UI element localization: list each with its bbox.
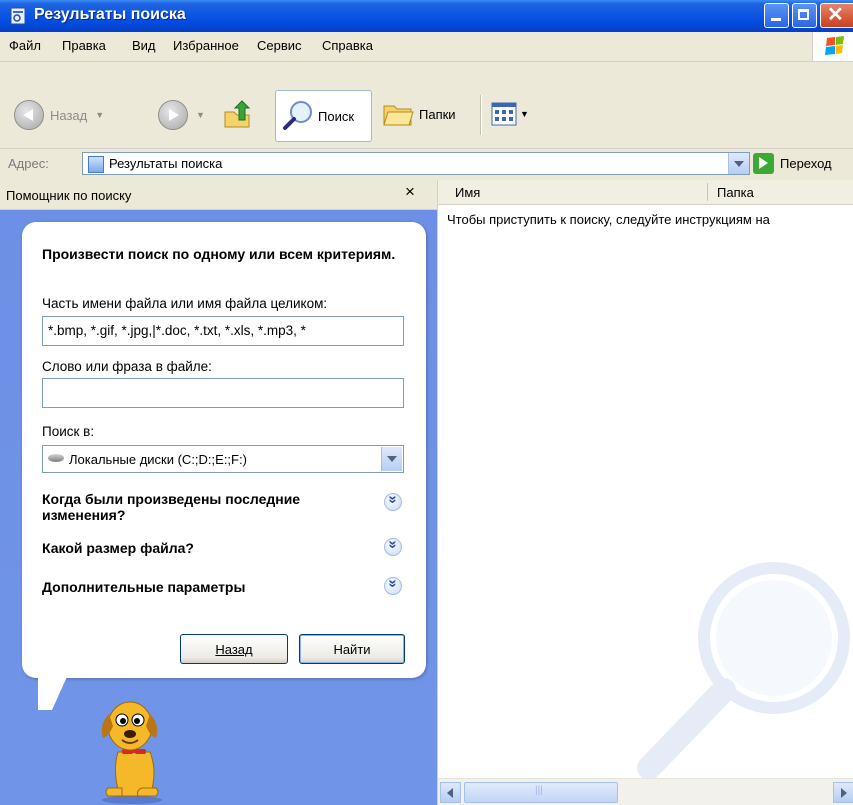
search-pane-header: Помощник по поиску ×: [0, 180, 437, 210]
menu-favorites[interactable]: Избранное: [173, 38, 239, 53]
up-folder-button[interactable]: [222, 100, 252, 130]
address-input[interactable]: Результаты поиска: [82, 152, 750, 175]
phrase-label: Слово или фраза в файле:: [42, 359, 212, 374]
go-button[interactable]: Переход: [753, 153, 832, 174]
search-window-icon: [10, 7, 26, 25]
back-button[interactable]: Назад ▼: [14, 100, 104, 130]
scroll-right-icon[interactable]: [833, 782, 853, 803]
column-folder-header[interactable]: Папка: [717, 185, 754, 200]
forward-button[interactable]: ▼: [158, 100, 205, 130]
advanced-option[interactable]: Дополнительные параметры: [42, 579, 372, 595]
search-pane-title: Помощник по поиску: [6, 188, 132, 203]
back-search-button[interactable]: Назад: [180, 634, 288, 664]
lookin-value: Локальные диски (C:;D:;E:;F:): [69, 452, 247, 467]
find-label: Найти: [333, 641, 371, 657]
menu-view[interactable]: Вид: [132, 38, 156, 53]
menu-edit[interactable]: Правка: [62, 38, 106, 53]
address-bar: Адрес: Результаты поиска Переход: [0, 148, 853, 180]
column-divider[interactable]: [707, 183, 708, 201]
find-button[interactable]: Найти: [299, 634, 405, 664]
toolbar: Назад ▼ ▼ Поиск Папки ▼: [0, 62, 853, 146]
back-search-label: Назад: [215, 641, 253, 657]
expand-size-icon[interactable]: [384, 538, 402, 556]
folders-icon: [383, 105, 414, 126]
results-message: Чтобы приступить к поиску, следуйте инст…: [447, 212, 770, 227]
results-column-header: Имя Папка: [438, 180, 853, 205]
modified-option[interactable]: Когда были произведены последние изменен…: [42, 491, 372, 523]
go-label: Переход: [780, 156, 832, 171]
scrollbar-thumb[interactable]: [464, 782, 618, 803]
phrase-input[interactable]: [42, 378, 404, 408]
menu-help[interactable]: Справка: [322, 38, 373, 53]
expand-modified-icon[interactable]: [384, 493, 402, 511]
search-dog-icon[interactable]: [78, 692, 178, 805]
back-arrow-icon: [14, 100, 44, 130]
horizontal-scrollbar[interactable]: [438, 778, 853, 805]
close-icon: ✕: [827, 4, 844, 26]
address-dropdown-icon[interactable]: [728, 153, 749, 174]
expand-advanced-icon[interactable]: [384, 577, 402, 595]
magnifier-icon: [283, 101, 312, 130]
views-button[interactable]: ▼: [491, 102, 529, 126]
close-button[interactable]: ✕: [820, 3, 853, 28]
explorer-window: Результаты поиска ✕ Файл Правка Вид Избр…: [0, 0, 853, 805]
back-label: Назад: [50, 107, 88, 123]
hard-drive-icon: [48, 454, 64, 462]
lookin-select[interactable]: Локальные диски (C:;D:;E:;F:): [42, 445, 404, 473]
search-toggle-label: Поиск: [318, 108, 355, 124]
window-title: Результаты поиска: [34, 6, 186, 23]
address-label: Адрес:: [8, 156, 49, 171]
search-prompt: Произвести поиск по одному или всем крит…: [42, 246, 396, 262]
scroll-left-icon[interactable]: [440, 782, 461, 803]
toolbar-separator: [480, 95, 482, 135]
size-option[interactable]: Какой размер файла?: [42, 540, 372, 556]
bubble-tail: [38, 670, 70, 710]
filename-label: Часть имени файла или имя файла целиком:: [42, 296, 328, 311]
views-icon: [491, 102, 517, 126]
forward-arrow-icon: [158, 100, 188, 130]
results-pane: Имя Папка Чтобы приступить к поиску, сле…: [437, 180, 853, 805]
folders-button[interactable]: Папки: [382, 100, 456, 128]
folders-label: Папки: [419, 106, 456, 122]
menu-bar: Файл Правка Вид Избранное Сервис Справка: [0, 32, 853, 62]
close-pane-icon[interactable]: ×: [405, 182, 415, 202]
column-name-header[interactable]: Имя: [455, 185, 480, 200]
lookin-label: Поиск в:: [42, 424, 95, 439]
search-results-icon: [88, 156, 104, 173]
search-toggle-button[interactable]: Поиск: [275, 90, 372, 142]
up-folder-icon: [224, 100, 251, 128]
forward-dropdown-icon[interactable]: ▼: [196, 110, 205, 120]
filename-value: *.bmp, *.gif, *.jpg,|*.doc, *.txt, *.xls…: [48, 323, 306, 338]
windows-logo-icon: [812, 32, 853, 61]
address-value: Результаты поиска: [109, 156, 223, 171]
title-bar[interactable]: Результаты поиска ✕: [0, 0, 853, 32]
minimize-button[interactable]: [764, 3, 789, 28]
menu-tools[interactable]: Сервис: [257, 38, 302, 53]
filename-input[interactable]: *.bmp, *.gif, *.jpg,|*.doc, *.txt, *.xls…: [42, 316, 404, 346]
back-dropdown-icon[interactable]: ▼: [95, 110, 104, 120]
magnifier-watermark-icon: [637, 562, 850, 778]
lookin-dropdown-icon[interactable]: [381, 447, 402, 471]
maximize-button[interactable]: [792, 3, 817, 28]
go-arrow-icon: [753, 153, 774, 174]
menu-file[interactable]: Файл: [9, 38, 41, 53]
views-dropdown-icon[interactable]: ▼: [520, 109, 529, 119]
